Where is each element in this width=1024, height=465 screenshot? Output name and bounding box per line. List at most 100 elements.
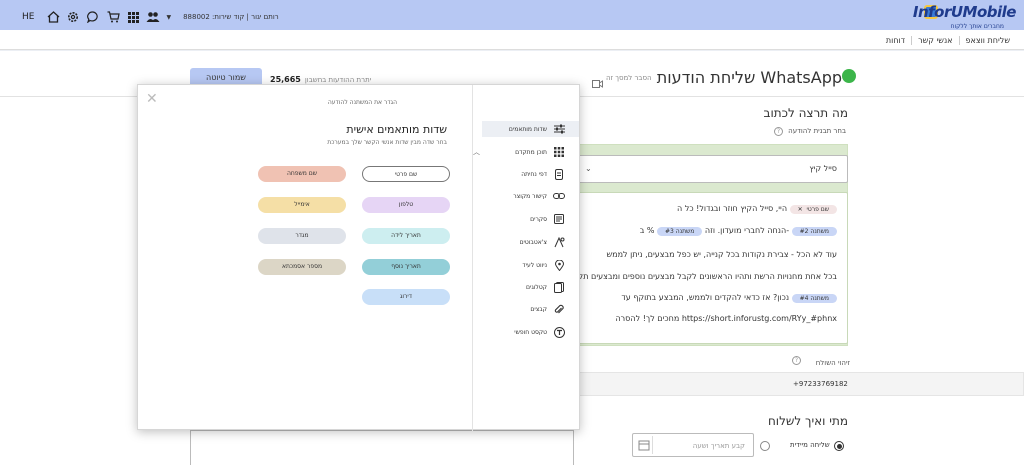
sidebar-item-label: ניווט לעיד <box>522 261 547 269</box>
cart-icon[interactable] <box>106 10 120 24</box>
variable-chip-2[interactable]: משתנה #2 <box>791 227 837 236</box>
page-title: שליחת הודעות WhatsApp <box>656 68 842 87</box>
sidebar-item-catalogs[interactable]: קטלוגים <box>485 280 565 294</box>
compose-section-title: מה תרצה לכתוב <box>763 106 849 120</box>
field-pill-last-name[interactable]: שם משפחה <box>258 166 346 182</box>
message-balance-label: יתרת ההודעות בחשבון <box>304 76 372 84</box>
nav-item-contacts[interactable]: אנשי קשר <box>911 35 958 45</box>
field-pill-birthday[interactable]: תאריך לידה <box>362 228 450 244</box>
field-pill-rating[interactable]: דירוג <box>362 289 450 305</box>
variable-chip-4[interactable]: משתנה #4 <box>791 294 837 303</box>
video-icon[interactable] <box>592 73 603 92</box>
nav-item-reports[interactable]: דוחות <box>880 36 911 45</box>
chevron-down-icon[interactable]: ▼ <box>166 14 171 21</box>
apps-grid-icon[interactable] <box>126 10 140 24</box>
sidebar-item-landing-pages[interactable]: דפי נחיתה <box>485 167 565 181</box>
sidebar-item-surveys[interactable]: סקרים <box>485 212 565 226</box>
variable-chip-first-name[interactable]: ✕ שם פרטי <box>789 205 837 214</box>
sender-field[interactable]: +97233769182 <box>578 372 1024 396</box>
sidebar-item-free-text[interactable]: טקסט חופשי <box>485 325 565 339</box>
users-icon[interactable] <box>146 10 160 24</box>
chevron-down-icon: ⌄ <box>585 164 592 173</box>
nav-links: שליחת ווצאפ אנשי קשר דוחות <box>880 30 1016 50</box>
sidebar-item-files[interactable]: קבצים <box>485 302 565 316</box>
survey-icon <box>553 213 565 225</box>
sidebar-item-label: צ'אטבוטים <box>519 238 547 246</box>
message-line-2: הנחה לחברי מועדון. וזה משתנה #3 % ב- משת… <box>640 226 837 236</box>
language-selector[interactable]: HE <box>22 12 34 22</box>
variable-chip-3[interactable]: משתנה #3 <box>657 227 703 236</box>
info-icon[interactable]: ? <box>792 356 801 365</box>
logo-text: InforUMobile <box>912 3 1017 21</box>
message-line-3: עוד לא הכל - צבירת נקודות בכל קנייה, יש … <box>606 250 837 259</box>
schedule-date-input[interactable]: קבע תאריך ושעה <box>632 433 754 457</box>
sidebar-item-label: קישור מקוצר <box>513 192 547 200</box>
field-pill-gender[interactable]: מגדר <box>258 228 346 244</box>
sidebar-item-label: דפי נחיתה <box>521 170 547 178</box>
sidebar-item-label: קבצים <box>530 305 547 313</box>
sliders-icon <box>553 123 565 135</box>
close-icon[interactable]: ✕ <box>146 91 158 107</box>
sidebar-item-short-link[interactable]: קישור מקוצר <box>485 189 565 203</box>
explain-link[interactable]: הסבר למסך זה <box>606 74 652 82</box>
sidebar-item-label: שדות מותאמים <box>508 125 547 133</box>
logo-tagline: מחברים אותך ללקוח <box>950 23 1004 30</box>
home-icon[interactable] <box>46 10 60 24</box>
message-line-6: מחכים לך! להסרה https://short.inforustg.… <box>615 314 837 323</box>
nav-bar: שליחת ווצאפ אנשי קשר דוחות <box>0 30 1024 50</box>
sidebar-item-label: קטלוגים <box>526 283 547 291</box>
sidebar-item-navigation[interactable]: ניווט לעיד <box>485 258 565 272</box>
modal-divider <box>472 85 473 431</box>
chip-label: שם פרטי <box>806 206 829 213</box>
message-balance: 25,665 יתרת ההודעות בחשבון <box>270 75 371 84</box>
field-pill-phone[interactable]: טלפון <box>362 197 450 213</box>
close-icon[interactable]: ✕ <box>798 206 803 213</box>
custom-fields-modal: ✕ הגדר את המשתנה להודעה שדות מותאמים איש… <box>137 84 580 431</box>
sidebar-item-custom-fields[interactable]: שדות מותאמים <box>482 121 579 137</box>
field-pill-extra-date[interactable]: תאריך נוסף <box>362 259 450 275</box>
field-pill-reference-number[interactable]: מספר אסמכתא <box>258 259 346 275</box>
info-icon[interactable]: ? <box>774 127 783 136</box>
chevron-up-icon[interactable]: ︿ <box>473 147 480 157</box>
immediate-radio[interactable] <box>834 441 844 451</box>
preview-box <box>190 430 574 465</box>
immediate-label: שליחה מיידית <box>790 441 830 449</box>
catalog-icon <box>553 281 565 293</box>
template-select[interactable]: סייל קיץ ⌄ <box>578 155 848 183</box>
message-line-5: נכון? אז כדאי להקדים ולממש, המבצע בתוקף … <box>621 293 837 303</box>
template-select-value: סייל קיץ <box>809 164 837 173</box>
nav-item-whatsapp[interactable]: שליחת ווצאפ <box>958 35 1016 45</box>
whatsapp-icon <box>842 69 856 83</box>
chat-icon[interactable] <box>86 10 100 24</box>
message-editor[interactable]: היי, סייל הקיץ חוזר ובגדול! כל ה ✕ שם פר… <box>486 192 848 344</box>
field-pill-first-name[interactable]: שם פרטי <box>362 166 450 182</box>
paperclip-icon <box>553 303 565 315</box>
top-toolbar: HE ▼ רותם יגור | קוד שירות: 888002 <box>22 10 279 24</box>
scheduled-radio[interactable] <box>760 441 770 451</box>
field-pill-email[interactable]: אימייל <box>258 197 346 213</box>
account-info: רותם יגור | קוד שירות: 888002 <box>183 13 279 21</box>
modal-hint: הגדר את המשתנה להודעה <box>327 99 397 106</box>
sender-value: +97233769182 <box>793 380 848 388</box>
message-text: נכון? אז כדאי להקדים ולממש, המבצע בתוקף … <box>621 293 790 302</box>
template-label: בחר תבנית להודעה <box>788 127 846 135</box>
link-icon <box>553 190 565 202</box>
message-line-1: היי, סייל הקיץ חוזר ובגדול! כל ה ✕ שם פר… <box>677 204 837 214</box>
gear-icon[interactable] <box>66 10 80 24</box>
message-text: הנחה לחברי מועדון. וזה <box>704 226 787 235</box>
page-icon <box>553 168 565 180</box>
sender-label: זיהוי השולח <box>815 359 850 367</box>
text-icon <box>553 326 565 338</box>
location-pin-icon <box>553 259 565 271</box>
message-text: % <box>646 226 655 235</box>
explain-text: הסבר למסך זה <box>606 74 652 82</box>
modal-subtitle: בחר שדה מבין שדות אנשי הקשר שלך במערכת <box>327 139 447 146</box>
message-text: היי, סייל הקיץ חוזר ובגדול! כל ה <box>677 204 788 213</box>
sidebar-item-chatbots[interactable]: צ'אטבוטים <box>485 235 565 249</box>
modal-title: שדות מותאמים אישית <box>346 123 447 136</box>
schedule-section-title: מתי ואיך לשלוח <box>767 414 848 428</box>
sidebar-item-advanced[interactable]: תוכן מתקדם ︿ <box>467 144 565 160</box>
calendar-icon[interactable] <box>635 436 653 454</box>
sidebar-item-label: סקרים <box>530 215 547 223</box>
sidebar-item-label: טקסט חופשי <box>514 328 547 336</box>
